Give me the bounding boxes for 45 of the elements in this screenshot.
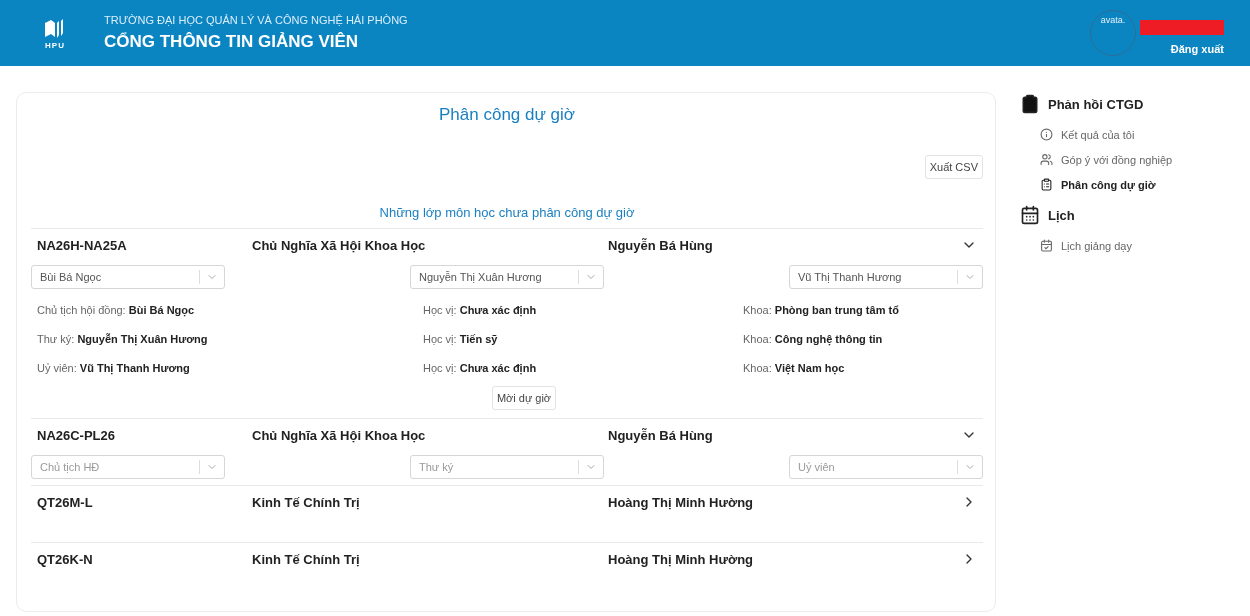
school-name: TRƯỜNG ĐẠI HỌC QUẢN LÝ VÀ CÔNG NGHỆ HẢI PHÒNG [104,14,408,26]
page-title: Phân công dự giờ [438,105,576,125]
degree-text: Học vị: Chưa xác định [423,361,538,374]
sidebar-item[interactable]: Góp ý với đồng nghiệp [1020,147,1230,172]
department-text: Khoa: Phòng ban trung tâm tổ [743,303,900,316]
calendar-icon [1020,205,1040,225]
department-text: Khoa: Công nghệ thông tin [743,332,884,345]
subject-name: Chủ Nghĩa Xã Hội Khoa Học [252,237,427,253]
sidebar-item[interactable]: Phân công dự giờ [1020,172,1230,197]
degree-text: Học vị: Chưa xác định [423,303,538,316]
export-button[interactable]: Xuất CSV [924,155,983,179]
logout-link[interactable]: Đăng xuất [1170,43,1224,55]
department-text: Khoa: Việt Nam học [743,361,846,374]
sidebar-item[interactable]: Kết quả của tôi [1020,122,1230,147]
section-title: Phản hồi CTGD [1048,96,1144,112]
teacher-name: Nguyễn Bá Hùng [608,427,714,443]
logo-text: HPU [45,40,65,50]
portal-title: CỔNG THÔNG TIN GIẢNG VIÊN [104,32,360,52]
select-field[interactable]: Bùi Bá Ngọc [31,265,225,289]
role-text: Chủ tịch hội đồng: Bùi Bá Ngọc [37,303,196,316]
avatar-alt-text: avata. [1100,15,1126,27]
teacher-name: Hoàng Thị Minh Hường [608,494,755,510]
class-code: NA26C-PL26 [37,427,117,443]
info-icon [1040,128,1053,141]
clipboard-icon [1040,178,1053,191]
select-field[interactable]: Vũ Thị Thanh Hương [789,265,983,289]
invite-button[interactable]: Mời dự giờ [491,386,557,410]
calendar-icon [1040,239,1053,252]
role-text: Uỷ viên: Vũ Thị Thanh Hương [37,361,191,374]
role-text: Thư ký: Nguyễn Thị Xuân Hương [37,332,209,345]
people-icon [1040,153,1053,166]
subject-name: Kinh Tế Chính Trị [252,551,361,567]
section-title: Lịch [1048,207,1075,223]
class-code: QT26M-L [37,494,94,510]
teacher-name: Nguyễn Bá Hùng [608,237,714,253]
class-code: NA26H-NA25A [37,237,128,253]
clipboard-icon [1020,94,1040,114]
teacher-name: Hoàng Thị Minh Hường [608,551,755,567]
section-subtitle: Những lớp môn học chưa phân công dự giờ [378,205,636,220]
subject-name: Kinh Tế Chính Trị [252,494,361,510]
class-code: QT26K-N [37,551,94,567]
sidebar-item[interactable]: Lịch giảng dạy [1020,233,1230,258]
select-field[interactable]: Nguyễn Thị Xuân Hương [410,265,604,289]
subject-name: Chủ Nghĩa Xã Hội Khoa Học [252,427,427,443]
degree-text: Học vị: Tiến sỹ [423,332,499,345]
